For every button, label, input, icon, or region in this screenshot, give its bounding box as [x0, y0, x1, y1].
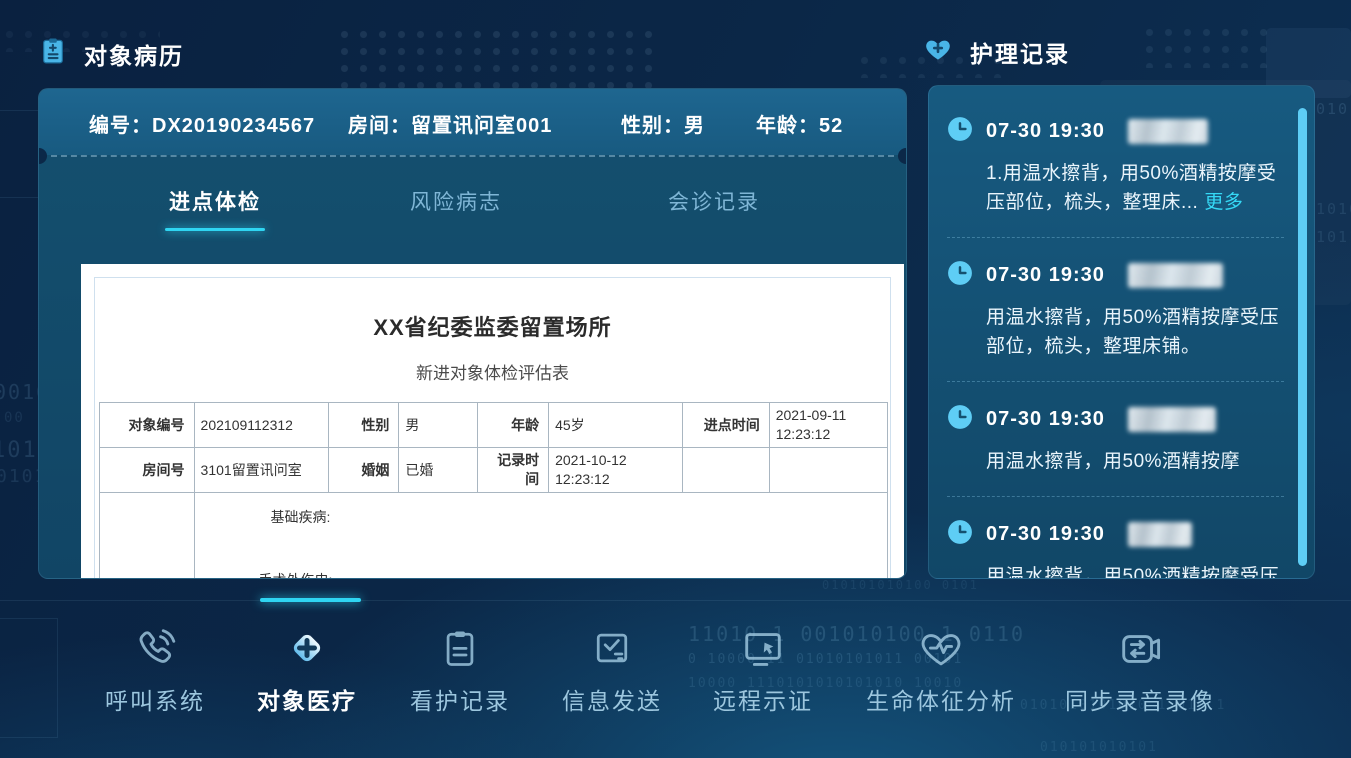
binary-decor: 00	[4, 410, 25, 426]
subject-id-field: 编号：DX20190234567	[89, 109, 315, 138]
nursing-entry-list: 07-30 19:30 1.用温水擦背，用50%酒精按摩受压部位，梳头，整理床.…	[947, 116, 1284, 579]
subject-info-bar: 编号：DX20190234567 房间：留置讯问室001 性别：男 年龄：52	[39, 89, 906, 155]
entry-timestamp: 07-30 19:30	[986, 523, 1105, 546]
redacted-name	[1128, 407, 1216, 432]
divider-notch	[898, 148, 907, 164]
more-link[interactable]: 更多	[1204, 192, 1243, 213]
nursing-entry: 07-30 19:30 1.用温水擦背，用50%酒精按摩受压部位，梳头，整理床.…	[947, 116, 1284, 238]
active-tab-underline	[165, 228, 265, 231]
clock-icon	[947, 519, 973, 550]
binary-decor: 1010	[1316, 200, 1351, 218]
entry-timestamp: 07-30 19:30	[986, 264, 1105, 287]
medical-record-panel: 编号：DX20190234567 房间：留置讯问室001 性别：男 年龄：52 …	[38, 88, 907, 579]
video-camera-icon	[1045, 622, 1235, 674]
nav-item-vital-signs[interactable]: 生命体征分析	[846, 600, 1036, 716]
redacted-name	[1128, 263, 1223, 288]
entry-timestamp: 07-30 19:30	[986, 408, 1105, 431]
binary-decor: 010	[1316, 100, 1349, 118]
clock-icon	[947, 116, 973, 147]
clock-icon	[947, 404, 973, 435]
tab-consultation-record[interactable]: 会诊记录	[668, 186, 760, 216]
nursing-record-panel: 07-30 19:30 1.用温水擦背，用50%酒精按摩受压部位，梳头，整理床.…	[928, 85, 1315, 579]
entry-text: 用温水擦背，用50%酒精按摩受压部位，梳头，整理床铺。	[986, 562, 1284, 579]
binary-decor: 1011	[1316, 228, 1351, 246]
nursing-record-title: 护理记录	[970, 35, 1070, 69]
entry-text: 用温水擦背，用50%酒精按摩	[986, 447, 1284, 476]
detention-medical-dashboard: 0010 00 1010 0101 11010 1 001010100 1 01…	[0, 0, 1351, 758]
nav-item-sync-recording[interactable]: 同步录音录像	[1045, 600, 1235, 716]
medical-record-header: 对象病历	[38, 36, 184, 71]
dashed-divider	[51, 155, 894, 157]
tab-entry-physical-exam[interactable]: 进点体检	[169, 186, 261, 216]
subject-age-field: 年龄：52	[756, 109, 843, 138]
nursing-entry: 07-30 19:30 用温水擦背，用50%酒精按摩受压部位，梳头，整理床铺。	[947, 260, 1284, 382]
entry-text: 用温水擦背，用50%酒精按摩受压部位，梳头，整理床铺。	[986, 303, 1284, 361]
scrollbar[interactable]	[1298, 108, 1307, 566]
bottom-nav: 呼叫系统 对象医疗	[0, 600, 1351, 758]
entry-timestamp: 07-30 19:30	[986, 120, 1105, 143]
clock-icon	[947, 260, 973, 291]
entry-text: 1.用温水擦背，用50%酒精按摩受压部位，梳头，整理床...更多	[986, 159, 1284, 217]
nursing-entry: 07-30 19:30 用温水擦背，用50%酒精按摩受压部位，梳头，整理床铺。	[947, 519, 1284, 579]
dot-grid-decor	[335, 26, 657, 88]
document-border	[94, 277, 891, 579]
heart-plus-icon	[922, 34, 954, 69]
tab-risk-record[interactable]: 风险病志	[410, 186, 502, 216]
monitor-cursor-icon	[668, 622, 858, 674]
dot-grid-decor	[1140, 24, 1270, 68]
nav-item-remote-evidence[interactable]: 远程示证	[668, 600, 858, 716]
heart-pulse-icon	[846, 622, 1036, 674]
redacted-name	[1128, 522, 1192, 547]
subject-room-field: 房间：留置讯问室001	[348, 109, 552, 138]
redacted-name	[1128, 119, 1208, 144]
subject-gender-field: 性别：男	[621, 109, 705, 138]
clipboard-medical-icon	[38, 36, 68, 71]
binary-decor: 010101010100 0101	[822, 578, 979, 592]
nursing-entry: 07-30 19:30 用温水擦背，用50%酒精按摩	[947, 404, 1284, 497]
nursing-record-header: 护理记录	[922, 34, 1070, 69]
exam-document: XX省纪委监委留置场所 新进对象体检评估表 对象编号 202109112312 …	[81, 264, 904, 578]
medical-record-title: 对象病历	[84, 37, 184, 71]
